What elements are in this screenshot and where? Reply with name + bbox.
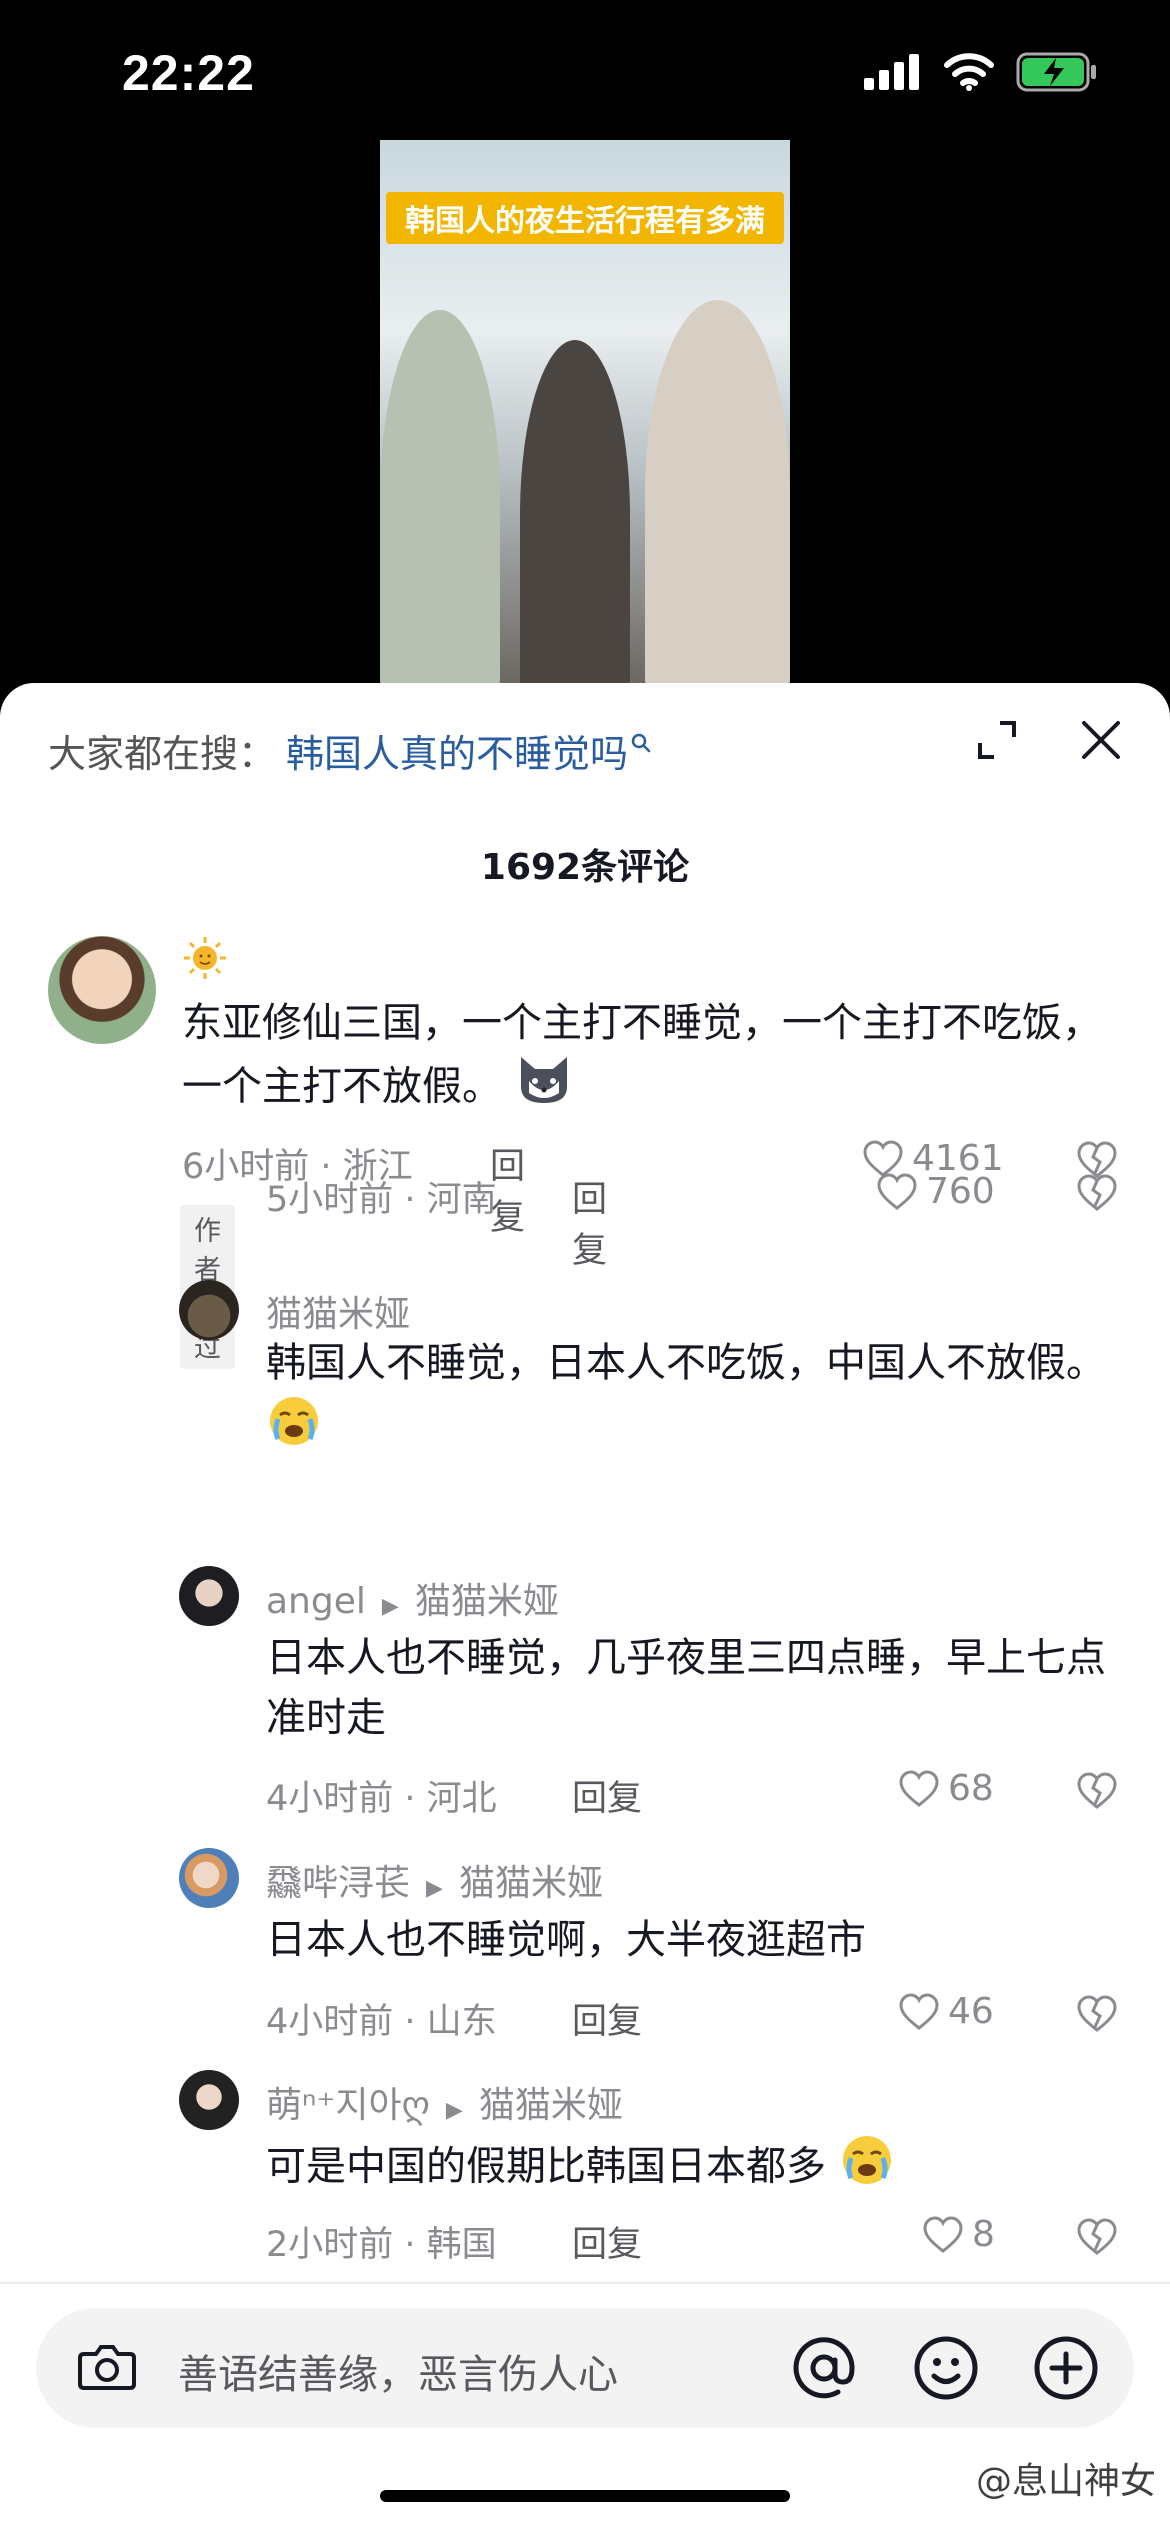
reply-button[interactable]: 回复: [572, 1770, 642, 1821]
status-bar: 22:22: [0, 0, 1170, 150]
video-person-right: [645, 300, 790, 685]
video-person-middle: [520, 340, 630, 685]
signal-icon: [864, 54, 919, 90]
comment-meta: 4小时前 · 河北: [266, 1779, 497, 1819]
comment-meta: 5小时前 · 河南: [266, 1180, 497, 1220]
search-prefix: 大家都在搜：: [48, 732, 277, 776]
search-suggestion[interactable]: 大家都在搜： 韩国人真的不睡觉吗: [48, 723, 652, 778]
avatar[interactable]: [48, 936, 156, 1044]
reply-button[interactable]: 回复: [572, 2216, 642, 2267]
comment-author[interactable]: 萌ⁿ⁺지아ღ ▶ 猫猫米娅: [266, 2076, 623, 2128]
reply-arrow-icon: ▶: [445, 2098, 463, 2123]
reply-button[interactable]: 回复: [572, 1993, 642, 2044]
divider: [0, 2282, 1170, 2284]
comment-author[interactable]: angel ▶ 猫猫米娅: [266, 1572, 559, 1624]
avatar[interactable]: [179, 1566, 239, 1626]
heart-icon: [877, 1172, 917, 1210]
dislike-button[interactable]: [1076, 1772, 1118, 1814]
dislike-button[interactable]: [1076, 1995, 1118, 2037]
comment-text: 日本人也不睡觉，几乎夜里三四点睡，早上七点准时走: [266, 1635, 1106, 1741]
plus-icon[interactable]: [1030, 2332, 1102, 2404]
heart-icon: [899, 1769, 939, 1807]
camera-icon[interactable]: [72, 2332, 142, 2402]
comment-input[interactable]: 善语结善缘，恶言伤人心: [178, 2342, 618, 2400]
comment-author[interactable]: 猫猫米娅: [266, 1285, 410, 1337]
at-icon[interactable]: [788, 2332, 860, 2404]
expand-icon[interactable]: [976, 719, 1018, 761]
avatar[interactable]: [179, 1280, 239, 1340]
crying-emoji: [266, 1393, 322, 1466]
comment-text: 日本人也不睡觉啊，大半夜逛超市: [266, 1917, 866, 1963]
reply-button[interactable]: 回复: [572, 1171, 607, 1273]
like-button[interactable]: 46: [898, 1991, 994, 2032]
like-button[interactable]: 760: [876, 1171, 995, 1212]
status-time: 22:22: [122, 45, 255, 101]
heart-icon: [899, 1992, 939, 2030]
video-preview[interactable]: 韩国人的夜生活行程有多满: [380, 140, 790, 685]
broken-heart-icon: [1077, 1995, 1117, 2032]
broken-heart-icon: [1077, 1772, 1117, 1809]
video-caption: 韩国人的夜生活行程有多满: [386, 192, 784, 244]
emoji-icon[interactable]: [910, 2332, 982, 2404]
comment-text: 韩国人不睡觉，日本人不吃饭，中国人不放假。: [266, 1333, 1106, 1466]
broken-heart-icon: [1077, 2218, 1117, 2255]
watermark: @息山神女: [975, 2461, 1156, 2502]
dislike-button[interactable]: [1076, 2218, 1118, 2260]
wifi-icon: [944, 53, 994, 91]
like-count: 68: [948, 1768, 994, 1809]
comment-meta: 4小时前 · 山东: [266, 2002, 497, 2042]
comment-author[interactable]: 飝哔浔苌 ▶ 猫猫米娅: [266, 1854, 603, 1906]
avatar[interactable]: [179, 2070, 239, 2130]
like-button[interactable]: 68: [898, 1768, 994, 1809]
status-icons: [864, 52, 1098, 92]
comment-input-bar[interactable]: 善语结善缘，恶言伤人心: [36, 2308, 1134, 2428]
like-count: 46: [948, 1991, 994, 2032]
search-query[interactable]: 韩国人真的不睡觉吗: [286, 723, 628, 778]
comment-meta: 2小时前 · 韩国: [266, 2225, 497, 2265]
battery-charging-icon: [1016, 52, 1096, 92]
crying-emoji: [839, 2132, 895, 2205]
sheet-controls: [976, 719, 1122, 761]
video-person-left: [380, 310, 500, 685]
avatar[interactable]: [179, 1848, 239, 1908]
comments-count: 1692条评论: [480, 847, 690, 888]
reply-arrow-icon: ▶: [426, 1876, 443, 1901]
heart-icon: [923, 2215, 963, 2253]
close-icon[interactable]: [1080, 719, 1122, 761]
home-indicator[interactable]: [380, 2490, 790, 2502]
comment-text: 东亚修仙三国，一个主打不睡觉，一个主打不吃饭，一个主打不放假。: [182, 993, 1102, 1124]
broken-heart-icon: [1077, 1174, 1117, 1211]
like-button[interactable]: 8: [922, 2214, 995, 2255]
dislike-button[interactable]: [1076, 1174, 1118, 1216]
sun-emoji: [182, 935, 228, 985]
reply-arrow-icon: ▶: [381, 1594, 399, 1619]
search-icon: [631, 733, 651, 752]
comment-text: 可是中国的假期比韩国日本都多: [266, 2132, 1106, 2205]
like-count: 760: [926, 1171, 995, 1212]
like-count: 8: [972, 2214, 995, 2255]
cat-emoji: [515, 1053, 573, 1124]
